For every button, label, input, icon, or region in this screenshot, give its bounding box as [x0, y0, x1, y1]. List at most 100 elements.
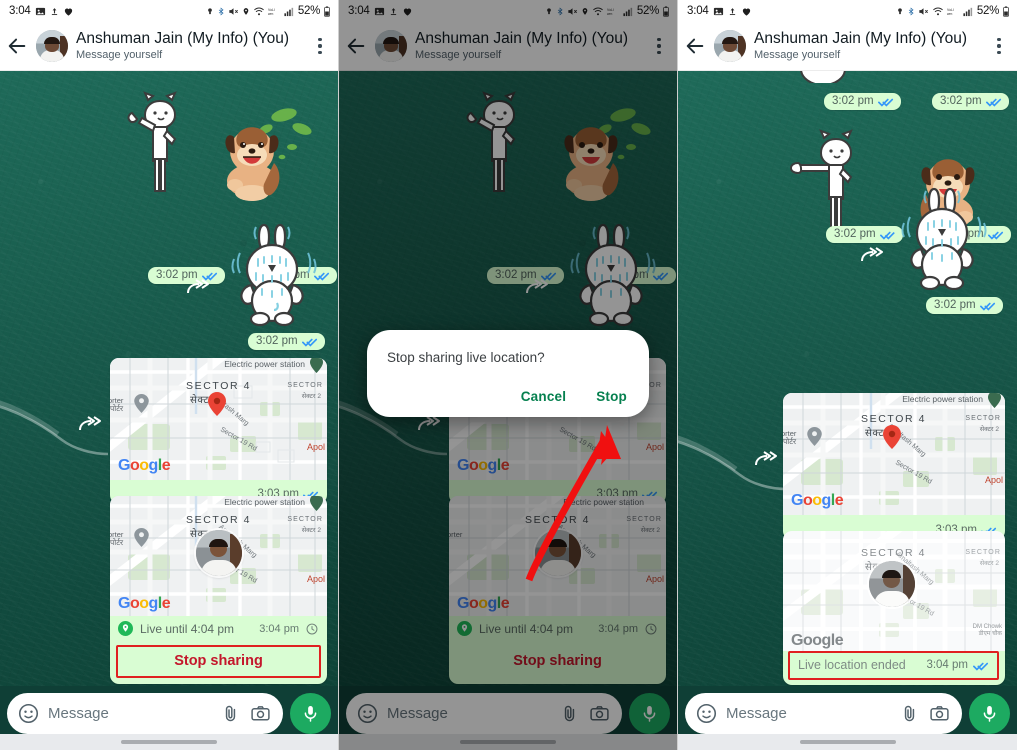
three-panel-screenshot-strip: 3:04 VoLl wm 52% Anshuman Jain (My Info)… — [0, 0, 1018, 750]
sticker-timestamp: 3:02 pm — [248, 333, 325, 350]
google-logo: Google — [791, 492, 844, 509]
back-arrow-icon[interactable] — [6, 35, 28, 57]
status-bar: 3:04 VoLl wm 52% — [0, 0, 338, 22]
emoji-icon[interactable] — [18, 703, 39, 724]
cancel-button[interactable]: Cancel — [519, 385, 568, 408]
message-placeholder: Message — [48, 705, 109, 722]
map-poi-icon — [134, 528, 149, 547]
sticker-cat-waving[interactable] — [120, 91, 206, 201]
location-icon — [242, 6, 250, 17]
sticker-timestamp: 3:02 pm — [926, 297, 1003, 314]
bluetooth-icon — [217, 6, 225, 17]
battery-percent-label: 52% — [297, 5, 320, 17]
message-timestamp: 3:04 pm — [926, 659, 968, 671]
stop-sharing-button[interactable]: Stop sharing — [116, 645, 321, 678]
flashlight-icon — [896, 6, 904, 17]
navigation-gesture-bar[interactable] — [678, 734, 1017, 750]
page-title: Anshuman Jain (My Info) (You) — [754, 30, 968, 47]
svg-text:VoLl: VoLl — [947, 8, 954, 12]
overflow-menu-icon[interactable] — [989, 34, 1009, 58]
map-thumbnail[interactable]: Electric power station SECTOR 4 सेक्टर 4… — [783, 393, 1005, 515]
forwarded-arrow-icon — [754, 451, 780, 469]
microphone-button[interactable] — [290, 693, 331, 734]
google-logo: Google — [791, 632, 844, 649]
google-logo: Google — [118, 595, 171, 612]
paperclip-icon[interactable] — [899, 703, 920, 724]
battery-icon — [323, 5, 331, 17]
overflow-menu-icon[interactable] — [310, 34, 330, 58]
static-location-bubble[interactable]: Electric power station SECTOR 4 सेक्टर 4… — [110, 358, 327, 504]
panel-1-live-sharing-active: 3:04 VoLl wm 52% Anshuman Jain (My Info)… — [0, 0, 339, 750]
map-thumbnail-live[interactable]: Electric power station SECTOR 4 सेक्टर 4… — [110, 496, 327, 616]
heart-icon — [63, 6, 74, 17]
battery-icon — [1002, 5, 1010, 17]
read-receipt-icon — [979, 300, 996, 311]
header-subtitle: Message yourself — [76, 49, 163, 61]
bluetooth-icon — [907, 6, 915, 17]
status-bar-clock: 3:04 — [9, 5, 31, 17]
chat-header: Anshuman Jain (My Info) (You) Message yo… — [0, 22, 338, 71]
mute-icon — [918, 6, 929, 17]
dialog-title: Stop sharing live location? — [387, 350, 545, 365]
static-location-bubble[interactable]: Electric power station SECTOR 4 सेक्टर 4… — [783, 393, 1005, 540]
panel-3-live-sharing-ended: 3:04 VoLl wm 52% Anshuman Jain (My Info) … — [678, 0, 1017, 750]
sticker-cat-pointing[interactable] — [788, 129, 878, 239]
camera-icon[interactable] — [929, 703, 950, 724]
sticker-partial-top-left[interactable] — [783, 71, 863, 83]
message-list[interactable]: 3:02 pm 3:02 pm 3:02 pm pm 3:02 pm Elect… — [678, 71, 1017, 686]
map-thumbnail[interactable]: Electric power station SECTOR 4 सेक्टर 4… — [110, 358, 327, 480]
microphone-button[interactable] — [969, 693, 1010, 734]
back-arrow-icon[interactable] — [684, 35, 706, 57]
heart-icon — [741, 6, 752, 17]
stop-sharing-dialog: Stop sharing live location? Cancel Stop — [367, 330, 649, 417]
status-bar: 3:04 VoLl wm 52% — [678, 0, 1017, 22]
map-thumbnail-ended[interactable]: SECTOR 4 सेक्टर 4 SECTOR सेक्टर 2 Amalta… — [783, 531, 1005, 651]
upload-icon — [50, 6, 59, 17]
flashlight-icon — [206, 6, 214, 17]
svg-text:wm: wm — [947, 11, 952, 15]
navigation-gesture-bar[interactable] — [0, 734, 338, 750]
header-subtitle: Message yourself — [754, 49, 841, 61]
live-location-bubble[interactable]: Electric power station SECTOR 4 सेक्टर 4… — [110, 496, 327, 684]
live-location-pin-icon — [118, 621, 133, 636]
read-receipt-icon — [877, 96, 894, 107]
mute-icon — [228, 6, 239, 17]
message-input[interactable]: Message — [7, 693, 283, 734]
message-list[interactable]: 3:02 pm pm 3:02 pm Electric power statio… — [0, 71, 338, 686]
upload-icon — [728, 6, 737, 17]
sticker-rabbit-sweating[interactable] — [226, 219, 322, 329]
wifi-icon — [253, 6, 265, 17]
sticker-timestamp: 3:02 pm — [824, 93, 901, 110]
clock-icon — [306, 623, 318, 635]
ended-location-bubble[interactable]: SECTOR 4 सेक्टर 4 SECTOR सेक्टर 2 Amalta… — [783, 531, 1005, 685]
live-location-avatar — [869, 561, 915, 607]
map-poi-icon — [134, 394, 149, 413]
signal-icon — [283, 6, 295, 17]
message-input[interactable]: Message — [685, 693, 962, 734]
emoji-icon[interactable] — [696, 703, 717, 724]
paperclip-icon[interactable] — [220, 703, 241, 724]
map-pin-icon — [208, 392, 226, 416]
volte-icon: VoLl wm — [947, 6, 959, 17]
wifi-icon — [932, 6, 944, 17]
sticker-partial-top-right[interactable] — [874, 71, 994, 83]
chat-header: Anshuman Jain (My Info) (You) Message yo… — [678, 22, 1017, 71]
google-logo: Google — [118, 457, 171, 474]
panel-2-confirm-dialog: 3:04 VoLl wm 52% Anshuman Jain (My Info)… — [339, 0, 678, 750]
volte-icon: VoLl wm — [268, 6, 280, 17]
live-location-ended-row: Live location ended 3:04 pm — [788, 651, 999, 680]
avatar[interactable] — [714, 30, 746, 62]
camera-icon[interactable] — [250, 703, 271, 724]
forwarded-arrow-icon — [860, 247, 886, 265]
ended-label: Live location ended — [798, 658, 906, 672]
map-pin-icon — [883, 425, 901, 449]
live-location-footer: Live until 4:04 pm 3:04 pm — [110, 616, 327, 642]
sticker-rabbit-sweating[interactable] — [896, 183, 992, 293]
stop-button[interactable]: Stop — [594, 385, 629, 408]
sticker-dog-happy[interactable] — [218, 101, 314, 201]
forwarded-arrow-icon — [186, 279, 212, 297]
svg-text:wm: wm — [268, 11, 273, 15]
avatar[interactable] — [36, 30, 68, 62]
map-poi-icon — [310, 358, 323, 373]
forwarded-arrow-icon — [78, 416, 104, 434]
